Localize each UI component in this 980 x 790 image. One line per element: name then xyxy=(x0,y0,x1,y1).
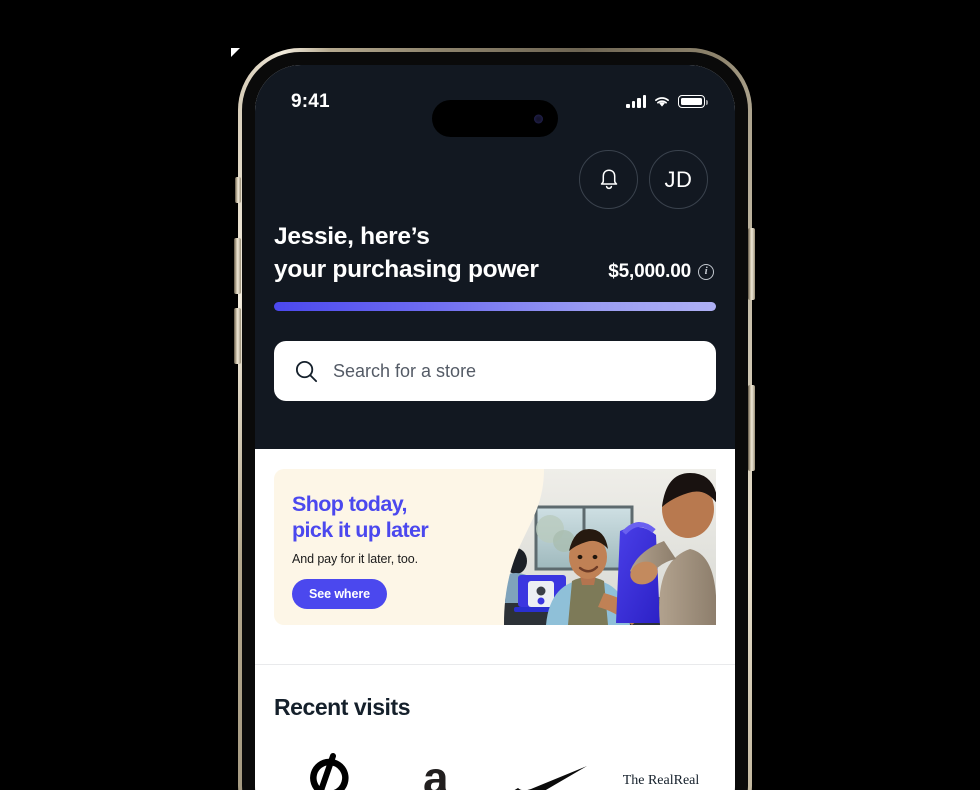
brand-item-therealreal[interactable]: The RealReal The RealReal xyxy=(606,749,717,790)
promo-headline-line-1: Shop today, xyxy=(292,492,407,516)
search-icon xyxy=(295,360,318,382)
purchasing-power-progress-bar xyxy=(274,302,716,311)
screenshot-stage: 9:41 JD Jessie, here’s your purchasing p… xyxy=(0,0,980,790)
search-input-placeholder: Search for a store xyxy=(333,360,477,381)
power-button-upper[interactable] xyxy=(748,228,755,300)
cellular-signal-icon xyxy=(626,95,646,108)
promo-headline-line-2: pick it up later xyxy=(292,518,429,542)
nike-logo xyxy=(511,749,589,790)
brand-item-nike[interactable]: Nike xyxy=(495,749,606,790)
brand-item-amazon[interactable]: a Amazon xyxy=(385,749,496,790)
front-camera-icon xyxy=(534,114,543,123)
section-divider xyxy=(255,664,735,665)
info-icon[interactable]: i xyxy=(698,264,714,280)
promo-photo-illustration xyxy=(504,469,716,625)
peloton-logo xyxy=(303,749,355,790)
svg-text:The RealReal: The RealReal xyxy=(622,773,699,788)
phone-device-frame: 9:41 JD Jessie, here’s your purchasing p… xyxy=(238,48,752,790)
therealreal-logo: The RealReal xyxy=(613,749,709,790)
avatar-initials: JD xyxy=(664,166,693,192)
profile-avatar[interactable]: JD xyxy=(649,150,708,209)
see-where-button[interactable]: See where xyxy=(292,579,387,609)
purchasing-power-row: your purchasing power $5,000.00 i xyxy=(274,253,716,286)
silent-switch-button[interactable] xyxy=(235,177,241,203)
promo-banner[interactable]: Shop today, pick it up later And pay for… xyxy=(274,469,716,625)
volume-up-button[interactable] xyxy=(234,308,241,364)
header-actions: JD xyxy=(579,150,708,209)
bell-icon xyxy=(600,168,617,189)
promo-subtext: And pay for it later, too. xyxy=(292,552,418,566)
promo-text-block: Shop today, pick it up later And pay for… xyxy=(292,491,512,609)
greeting-line-1: Jessie, here’s xyxy=(274,223,430,250)
corner-marker xyxy=(231,48,240,57)
power-button[interactable] xyxy=(748,385,755,471)
amazon-logo: a xyxy=(407,749,473,790)
status-bar-indicators xyxy=(626,95,708,108)
battery-full-icon xyxy=(678,95,708,108)
svg-text:a: a xyxy=(423,752,449,790)
greeting-block: Jessie, here’s your purchasing power $5,… xyxy=(274,220,716,286)
wifi-icon xyxy=(655,97,669,107)
search-bar[interactable]: Search for a store xyxy=(274,341,716,401)
phone-screen: 9:41 JD Jessie, here’s your purchasing p… xyxy=(255,65,735,790)
volume-down-button[interactable] xyxy=(234,238,241,294)
recent-visits-list: Peloton a Amazon xyxy=(274,749,716,790)
promo-image xyxy=(484,469,716,625)
purchasing-power-amount: $5,000.00 xyxy=(608,261,691,282)
app-body: Shop today, pick it up later And pay for… xyxy=(255,449,735,790)
notifications-button[interactable] xyxy=(579,150,638,209)
purchasing-power-value-group: $5,000.00 i xyxy=(608,261,716,283)
greeting-line-2: your purchasing power xyxy=(274,256,539,283)
status-bar-time: 9:41 xyxy=(291,91,330,112)
brand-item-peloton[interactable]: Peloton xyxy=(274,749,385,790)
recent-visits-title: Recent visits xyxy=(274,694,411,720)
app-header: 9:41 JD Jessie, here’s your purchasing p… xyxy=(255,65,735,449)
dynamic-island xyxy=(432,100,558,137)
